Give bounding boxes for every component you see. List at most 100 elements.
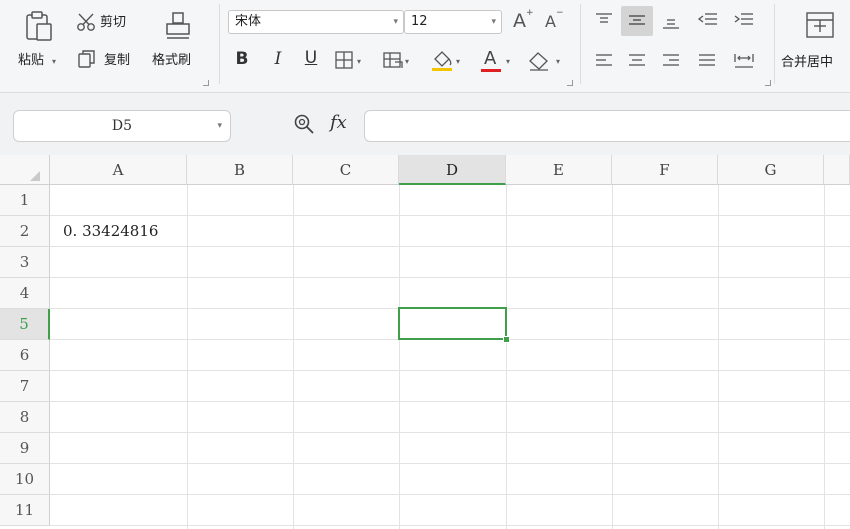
align-right-icon[interactable] [661, 52, 681, 70]
chevron-down-icon: ▾ [393, 17, 398, 27]
chevron-down-icon: ▾ [357, 57, 362, 66]
column-header-e[interactable]: E [506, 155, 612, 185]
grid-line [612, 185, 613, 529]
grid-line [187, 185, 188, 529]
column-header-c[interactable]: C [293, 155, 399, 185]
align-top-icon[interactable] [594, 12, 614, 30]
justify-icon[interactable] [697, 52, 717, 70]
format-painter-button[interactable]: 格式刷 [150, 6, 208, 78]
cell-style-button[interactable]: ▾ [382, 50, 416, 72]
increase-font-size-button[interactable]: A + [511, 8, 535, 34]
font-size-value: 12 [411, 14, 428, 29]
grid-line [50, 525, 850, 526]
column-header-h[interactable] [824, 155, 850, 185]
row-header-11[interactable]: 11 [0, 495, 50, 526]
chevron-down-icon: ▾ [491, 17, 496, 27]
paste-icon [26, 11, 52, 41]
scissors-icon [77, 13, 95, 31]
grid-line [50, 277, 850, 278]
align-middle-icon[interactable] [627, 12, 647, 30]
align-center-icon[interactable] [627, 52, 647, 70]
paste-label: 粘贴 [18, 53, 45, 68]
chevron-down-icon: ▾ [217, 121, 222, 131]
decrease-indent-icon[interactable] [697, 12, 719, 30]
row-header-8[interactable]: 8 [0, 402, 50, 433]
copy-label: 复制 [104, 53, 131, 68]
font-grow-mark: + [526, 8, 534, 18]
grid-line [50, 463, 850, 464]
column-header-b[interactable]: B [187, 155, 293, 185]
formula-input[interactable] [364, 110, 850, 142]
increase-indent-icon[interactable] [733, 12, 755, 30]
paste-button[interactable]: 粘贴 ▾ [14, 6, 66, 78]
grid-line [824, 185, 825, 529]
italic-button[interactable]: I [268, 49, 288, 69]
font-size-select[interactable]: 12 ▾ [404, 10, 502, 34]
grid-line [50, 401, 850, 402]
row-header-6[interactable]: 6 [0, 340, 50, 371]
zoom-search-icon[interactable] [293, 113, 315, 135]
name-box[interactable]: D5 ▾ [13, 110, 231, 142]
row-header-1[interactable]: 1 [0, 185, 50, 216]
column-header-a[interactable]: A [50, 155, 187, 185]
grid-line [50, 370, 850, 371]
row-header-9[interactable]: 9 [0, 433, 50, 464]
grid-line [50, 246, 850, 247]
distributed-align-icon[interactable] [733, 52, 755, 70]
paint-bucket-icon [432, 51, 452, 71]
cell-style-icon [383, 52, 403, 68]
grid-line [506, 185, 507, 529]
insert-function-button[interactable]: fx [330, 112, 347, 133]
font-color-button[interactable]: A ▾ [480, 48, 516, 74]
grid-line [718, 185, 719, 529]
column-header-g[interactable]: G [718, 155, 824, 185]
group-separator [774, 4, 775, 84]
selected-cell-d5[interactable] [398, 307, 507, 340]
row-header-7[interactable]: 7 [0, 371, 50, 402]
group-separator [580, 4, 581, 84]
row-header-10[interactable]: 10 [0, 464, 50, 495]
merge-center-label: 合并居中 [781, 55, 834, 70]
clipboard-group-launcher[interactable] [203, 80, 209, 86]
grid-line [293, 185, 294, 529]
row-header-4[interactable]: 4 [0, 278, 50, 309]
chevron-down-icon: ▾ [556, 57, 561, 66]
format-painter-label: 格式刷 [152, 53, 192, 68]
clear-button[interactable]: ▾ [526, 48, 566, 74]
chevron-down-icon: ▾ [456, 57, 461, 66]
column-header-f[interactable]: F [612, 155, 718, 185]
font-name-select[interactable]: 宋体 ▾ [228, 10, 404, 34]
align-left-icon[interactable] [594, 52, 614, 70]
eraser-icon [529, 52, 548, 71]
fill-handle[interactable] [503, 336, 510, 343]
grid-line [50, 432, 850, 433]
grid-line [50, 494, 850, 495]
underline-button[interactable]: U [301, 48, 321, 68]
font-color-letter: A [484, 48, 497, 69]
fill-color-button[interactable]: ▾ [430, 48, 466, 74]
group-separator [219, 4, 220, 84]
decrease-font-size-button[interactable]: A − [543, 8, 567, 34]
row-header-3[interactable]: 3 [0, 247, 50, 278]
chevron-down-icon: ▾ [506, 57, 511, 66]
font-group-launcher[interactable] [567, 80, 573, 86]
grid-line [50, 215, 850, 216]
cell-a2[interactable]: 0. 33424816 [63, 216, 158, 247]
bold-button[interactable]: B [232, 49, 252, 69]
font-grow-icon: A [513, 10, 526, 32]
column-header-d[interactable]: D [399, 155, 506, 185]
paste-dropdown-icon[interactable]: ▾ [52, 58, 56, 66]
alignment-group-launcher[interactable] [765, 80, 771, 86]
row-header-5[interactable]: 5 [0, 309, 50, 340]
borders-button[interactable]: ▾ [334, 50, 368, 72]
copy-button[interactable]: 复制 [76, 48, 146, 72]
select-all-triangle-icon [30, 171, 40, 181]
font-shrink-mark: − [556, 8, 564, 18]
font-shrink-icon: A [545, 12, 556, 31]
sheet-grid[interactable] [0, 155, 850, 529]
select-all-corner[interactable] [0, 155, 50, 185]
merge-center-button[interactable]: 合并居中 [780, 6, 850, 78]
cut-button[interactable]: 剪切 [76, 10, 146, 34]
align-bottom-icon[interactable] [661, 12, 681, 30]
row-header-2[interactable]: 2 [0, 216, 50, 247]
